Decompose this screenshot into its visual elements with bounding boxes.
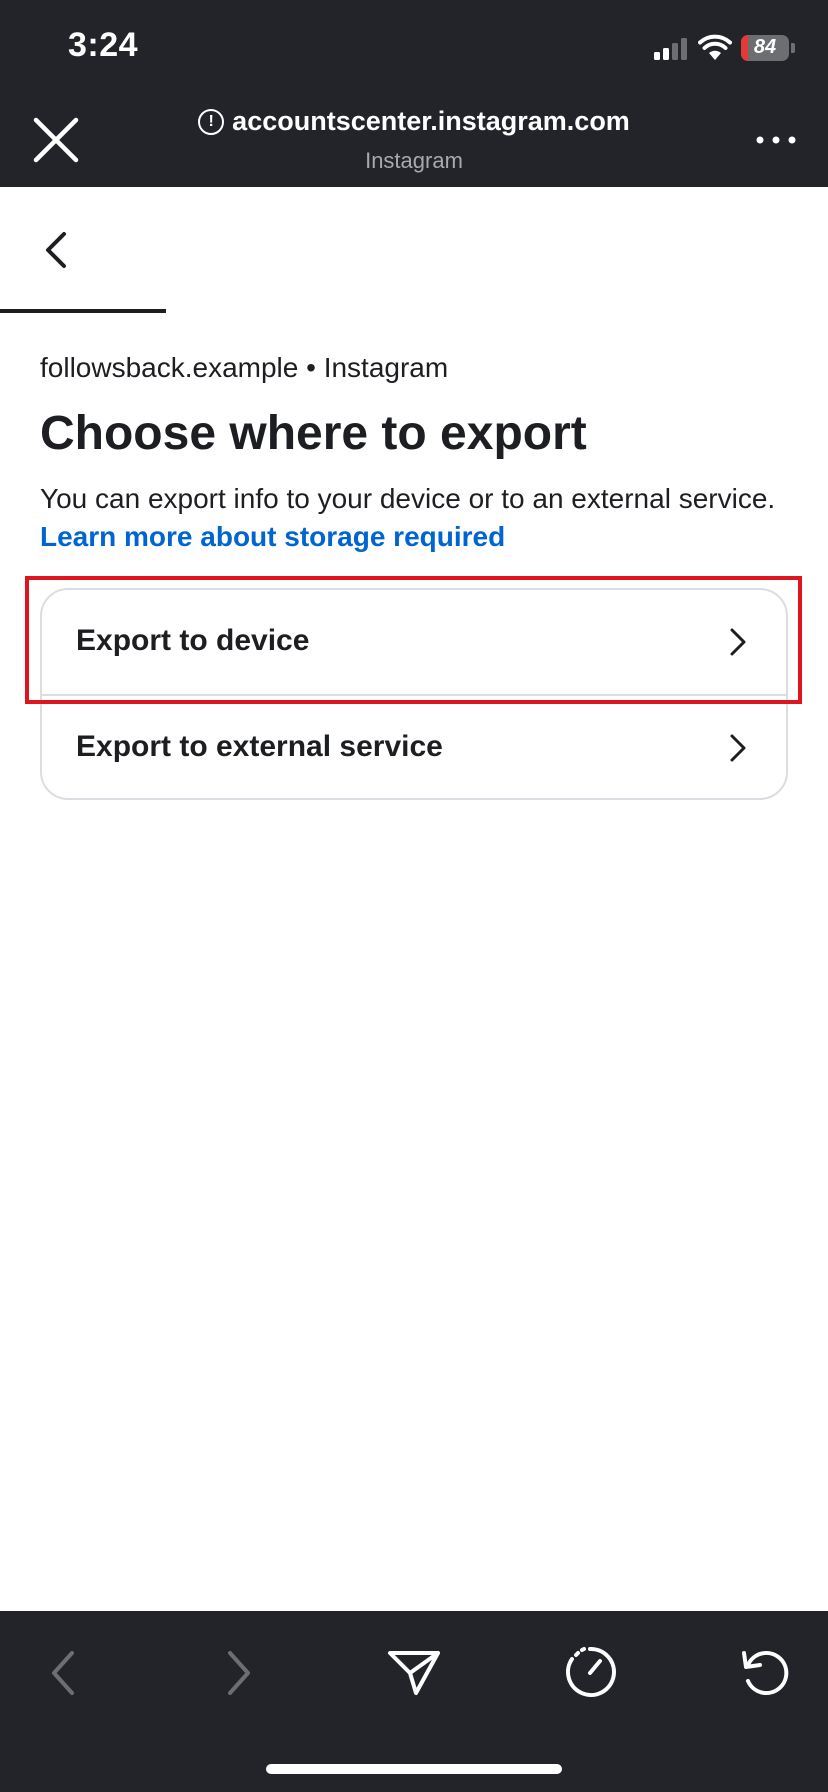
share-icon[interactable] — [384, 1641, 444, 1701]
back-arrow-icon[interactable] — [34, 1641, 94, 1701]
tab-indicator — [0, 309, 166, 313]
more-options-icon[interactable] — [754, 124, 798, 148]
info-icon[interactable]: ! — [198, 109, 225, 135]
battery-charging-icon: 84 — [741, 35, 789, 61]
home-indicator[interactable] — [266, 1764, 562, 1774]
page: 3:24 84 ! accountscenter.instagram.com I… — [0, 0, 828, 1792]
learn-more-link[interactable]: Learn more about storage required — [40, 521, 505, 552]
forward-arrow-icon[interactable] — [208, 1641, 268, 1701]
chevron-right-icon — [730, 734, 746, 762]
description-text: You can export info to your device or to… — [40, 483, 776, 514]
site-name: Instagram — [365, 148, 463, 173]
highlight-box — [25, 576, 802, 704]
page-title: Choose where to export — [40, 407, 587, 460]
description: You can export info to your device or to… — [40, 480, 790, 556]
battery-cap — [791, 43, 795, 53]
battery-level: 84 — [753, 36, 777, 58]
wifi-icon — [698, 34, 732, 60]
speed-icon[interactable] — [560, 1641, 620, 1701]
status-icons: 84 — [628, 0, 828, 90]
url-text: accountscenter.instagram.com — [232, 106, 630, 136]
export-to-external-service-button[interactable]: Export to external service — [42, 694, 786, 798]
browser-header: 3:24 84 ! accountscenter.instagram.com I… — [0, 0, 828, 187]
reload-icon[interactable] — [734, 1641, 794, 1701]
address-bar[interactable]: ! accountscenter.instagram.com — [0, 106, 828, 137]
back-chevron-icon[interactable] — [36, 226, 76, 274]
account-label: followsback.example • Instagram — [40, 352, 449, 383]
status-time: 3:24 — [68, 26, 139, 64]
option-label: Export to external service — [76, 730, 443, 763]
cellular-signal-icon — [654, 38, 687, 60]
